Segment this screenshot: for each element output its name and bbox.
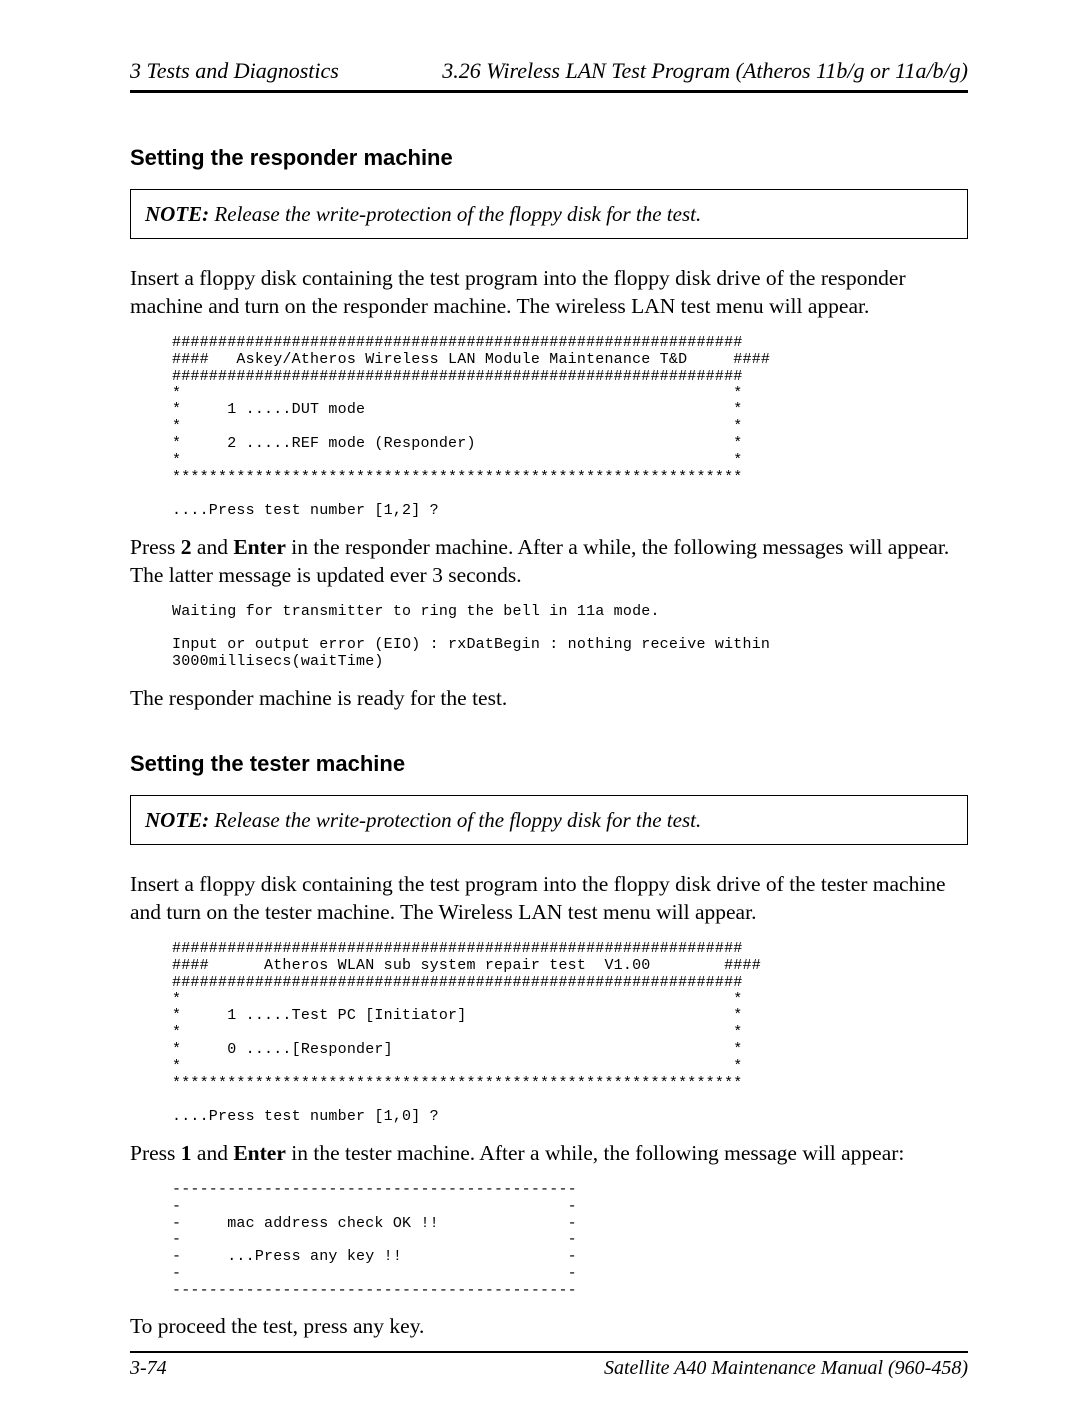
tester-proceed: To proceed the test, press any key. — [130, 1313, 968, 1341]
note-box-responder: NOTE: Release the write-protection of th… — [130, 189, 968, 239]
tester-press-mid: and — [192, 1141, 234, 1165]
tester-press-b: in the tester machine. After a while, th… — [286, 1141, 905, 1165]
responder-press: Press 2 and Enter in the responder machi… — [130, 534, 968, 590]
press-text-a: Press — [130, 535, 181, 559]
footer-page-number: 3-74 — [130, 1357, 167, 1380]
footer-manual-title: Satellite A40 Maintenance Manual (960-45… — [604, 1357, 968, 1380]
header-left: 3 Tests and Diagnostics — [130, 58, 339, 84]
page-footer: 3-74 Satellite A40 Maintenance Manual (9… — [130, 1351, 968, 1380]
tester-mac-code: ----------------------------------------… — [172, 1182, 968, 1300]
tester-press: Press 1 and Enter in the tester machine.… — [130, 1140, 968, 1168]
note-label: NOTE: — [145, 202, 209, 226]
tester-enter-key: Enter — [233, 1141, 286, 1165]
section-heading-tester: Setting the tester machine — [130, 751, 968, 777]
page-header: 3 Tests and Diagnostics 3.26 Wireless LA… — [130, 58, 968, 93]
note-text: Release the write-protection of the flop… — [209, 202, 701, 226]
responder-wait-code: Waiting for transmitter to ring the bell… — [172, 604, 968, 671]
section-heading-responder: Setting the responder machine — [130, 145, 968, 171]
tester-intro: Insert a floppy disk containing the test… — [130, 871, 968, 927]
press-mid: and — [192, 535, 234, 559]
page: 3 Tests and Diagnostics 3.26 Wireless LA… — [0, 0, 1080, 1420]
press-key-1: 1 — [181, 1141, 192, 1165]
press-key-2: 2 — [181, 535, 192, 559]
note-box-tester: NOTE: Release the write-protection of th… — [130, 795, 968, 845]
responder-intro: Insert a floppy disk containing the test… — [130, 265, 968, 321]
tester-menu-code: ########################################… — [172, 941, 968, 1126]
tester-press-a: Press — [130, 1141, 181, 1165]
note-text-tester: Release the write-protection of the flop… — [209, 808, 701, 832]
responder-ready: The responder machine is ready for the t… — [130, 685, 968, 713]
header-right: 3.26 Wireless LAN Test Program (Atheros … — [442, 58, 968, 84]
responder-menu-code: ########################################… — [172, 335, 968, 520]
note-label-tester: NOTE: — [145, 808, 209, 832]
enter-key: Enter — [233, 535, 286, 559]
